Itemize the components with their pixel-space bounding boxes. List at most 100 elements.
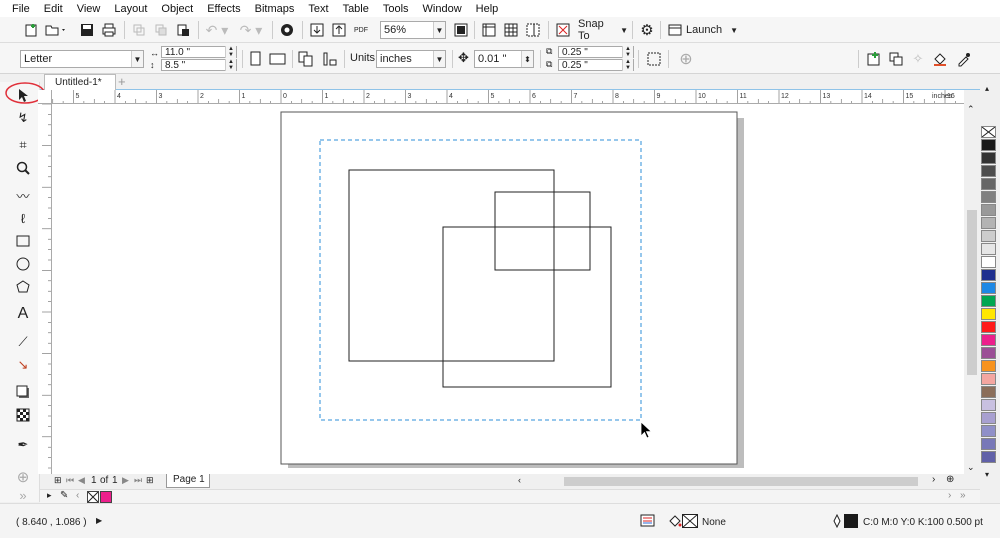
launch-button[interactable]: Launch ▼ (668, 20, 738, 40)
rectangle-tool[interactable] (12, 231, 34, 251)
duplicate-distance-x-input[interactable]: 0.25 " ▲ ▼ (558, 46, 634, 58)
horizontal-scroll-thumb[interactable] (564, 477, 918, 486)
add-page-after-icon[interactable]: ⊞ (146, 475, 154, 486)
duplicate-distance-y-input[interactable]: 0.25 " ▲ ▼ (558, 59, 634, 71)
palette-swatch[interactable] (981, 321, 996, 333)
publish-pdf-button[interactable]: PDF (352, 20, 370, 40)
palette-swatch[interactable] (981, 256, 996, 268)
drawing-canvas[interactable] (52, 104, 964, 474)
drop-shadow-tool[interactable] (12, 382, 34, 402)
fill-button[interactable] (930, 49, 950, 69)
add-button[interactable]: ⊕ (676, 49, 696, 69)
portrait-button[interactable] (248, 49, 264, 69)
menu-object[interactable]: Object (161, 3, 193, 15)
palette-swatch[interactable] (981, 269, 996, 281)
palette-swatch[interactable] (981, 230, 996, 242)
export-button[interactable] (330, 20, 348, 40)
palette-swatch[interactable] (981, 386, 996, 398)
page-height-input[interactable]: 8.5 " ▲ ▼ (161, 59, 237, 71)
chevron-left-icon[interactable]: ‹ (76, 490, 79, 501)
text-tool[interactable]: A (12, 304, 34, 324)
landscape-button[interactable] (268, 49, 288, 69)
show-guidelines-button[interactable] (524, 20, 542, 40)
ruler-origin[interactable] (38, 90, 52, 104)
pick-tool[interactable] (12, 85, 34, 105)
ellipse-tool[interactable] (12, 254, 34, 274)
show-rulers-button[interactable] (480, 20, 498, 40)
palette-swatch[interactable] (981, 217, 996, 229)
new-tab-plus-icon[interactable]: + (118, 74, 126, 89)
palette-swatch[interactable] (981, 308, 996, 320)
horizontal-ruler[interactable]: 5 4 3 2 1 0 1 2 3 4 5 6 7 8 9 10 11 12 13 14 15 16inches (52, 90, 964, 104)
double-chevron-icon[interactable]: » (960, 490, 966, 501)
menu-layout[interactable]: Layout (114, 3, 147, 15)
shape-tool[interactable]: ↯ (12, 108, 34, 128)
menu-bitmaps[interactable]: Bitmaps (255, 3, 295, 15)
menu-text[interactable]: Text (308, 3, 328, 15)
new-document-button[interactable] (22, 20, 40, 40)
eyedropper-tool[interactable]: ✒ (12, 435, 34, 455)
palette-swatch[interactable] (981, 191, 996, 203)
next-page-icon[interactable]: ▶ (122, 475, 129, 486)
undo-button[interactable]: ↶ ▾ (202, 20, 232, 40)
snap-to-toggle[interactable] (554, 20, 572, 40)
palette-swatch[interactable] (981, 295, 996, 307)
first-page-icon[interactable]: ⏮ (66, 475, 74, 486)
outline-color-swatch[interactable] (844, 514, 858, 528)
vertical-scrollbar[interactable]: ⌃ ⌄ (964, 104, 978, 474)
menu-help[interactable]: Help (476, 3, 499, 15)
chevron-right-icon[interactable]: › (948, 490, 951, 501)
scroll-up-icon[interactable]: ⌃ (967, 104, 975, 115)
palette-swatch[interactable] (981, 139, 996, 151)
palette-swatch[interactable] (981, 178, 996, 190)
menu-effects[interactable]: Effects (207, 3, 240, 15)
palette-swatch[interactable] (981, 243, 996, 255)
snap-to-dropdown[interactable]: Snap To ▼ (578, 18, 628, 42)
artistic-media-tool[interactable]: ℓ (12, 208, 34, 228)
paper-size-combo[interactable]: Letter ▼ (20, 50, 144, 68)
palette-swatch[interactable] (981, 152, 996, 164)
cut-button[interactable] (130, 20, 148, 40)
doc-palette-menu-icon[interactable]: ▸ (47, 490, 52, 501)
open-button[interactable] (44, 20, 68, 40)
menu-table[interactable]: Table (343, 3, 369, 15)
new-page-button[interactable] (864, 49, 884, 69)
no-color-swatch[interactable] (981, 126, 996, 138)
freehand-tool[interactable]: 〰 (12, 185, 34, 205)
page-tab[interactable]: Page 1 (166, 474, 210, 488)
vertical-scroll-thumb[interactable] (967, 210, 977, 375)
color-proof-icon[interactable] (640, 514, 656, 528)
eyedropper-button[interactable] (954, 49, 974, 69)
scroll-down-icon[interactable]: ⌄ (967, 462, 975, 473)
palette-swatch[interactable] (981, 334, 996, 346)
menu-window[interactable]: Window (423, 3, 462, 15)
last-page-icon[interactable]: ⏭ (134, 475, 142, 486)
nudge-distance-input[interactable]: 0.01 " ⬍ (474, 50, 534, 68)
current-page-button[interactable] (320, 49, 340, 69)
palette-swatch[interactable] (981, 438, 996, 450)
no-fill-swatch[interactable] (87, 491, 99, 503)
palette-swatch[interactable] (981, 347, 996, 359)
palette-scroll-down-icon[interactable]: ▾ (985, 470, 989, 479)
menu-edit[interactable]: Edit (44, 3, 63, 15)
add-page-before-icon[interactable]: ⊞ (54, 475, 62, 486)
crop-tool[interactable]: ⌗ (12, 135, 34, 155)
copy-button[interactable] (152, 20, 170, 40)
palette-swatch[interactable] (981, 204, 996, 216)
transparency-tool[interactable] (12, 405, 34, 425)
quick-customize-button[interactable]: ⊕ (12, 467, 34, 487)
scroll-right-icon[interactable]: › (932, 474, 935, 485)
menu-tools[interactable]: Tools (383, 3, 409, 15)
full-screen-preview-button[interactable] (452, 20, 470, 40)
print-button[interactable] (100, 20, 118, 40)
save-button[interactable] (78, 20, 96, 40)
zoom-tool[interactable] (12, 158, 34, 178)
vertical-ruler[interactable] (38, 104, 52, 474)
status-menu-arrow-icon[interactable]: ▶ (96, 516, 102, 525)
previous-page-icon[interactable]: ◀ (78, 475, 85, 486)
palette-swatch[interactable] (981, 399, 996, 411)
document-tab[interactable]: Untitled-1* (44, 74, 116, 90)
doc-palette-swatch[interactable] (100, 491, 112, 503)
toolbox-expand[interactable]: » (12, 485, 34, 505)
palette-swatch[interactable] (981, 425, 996, 437)
